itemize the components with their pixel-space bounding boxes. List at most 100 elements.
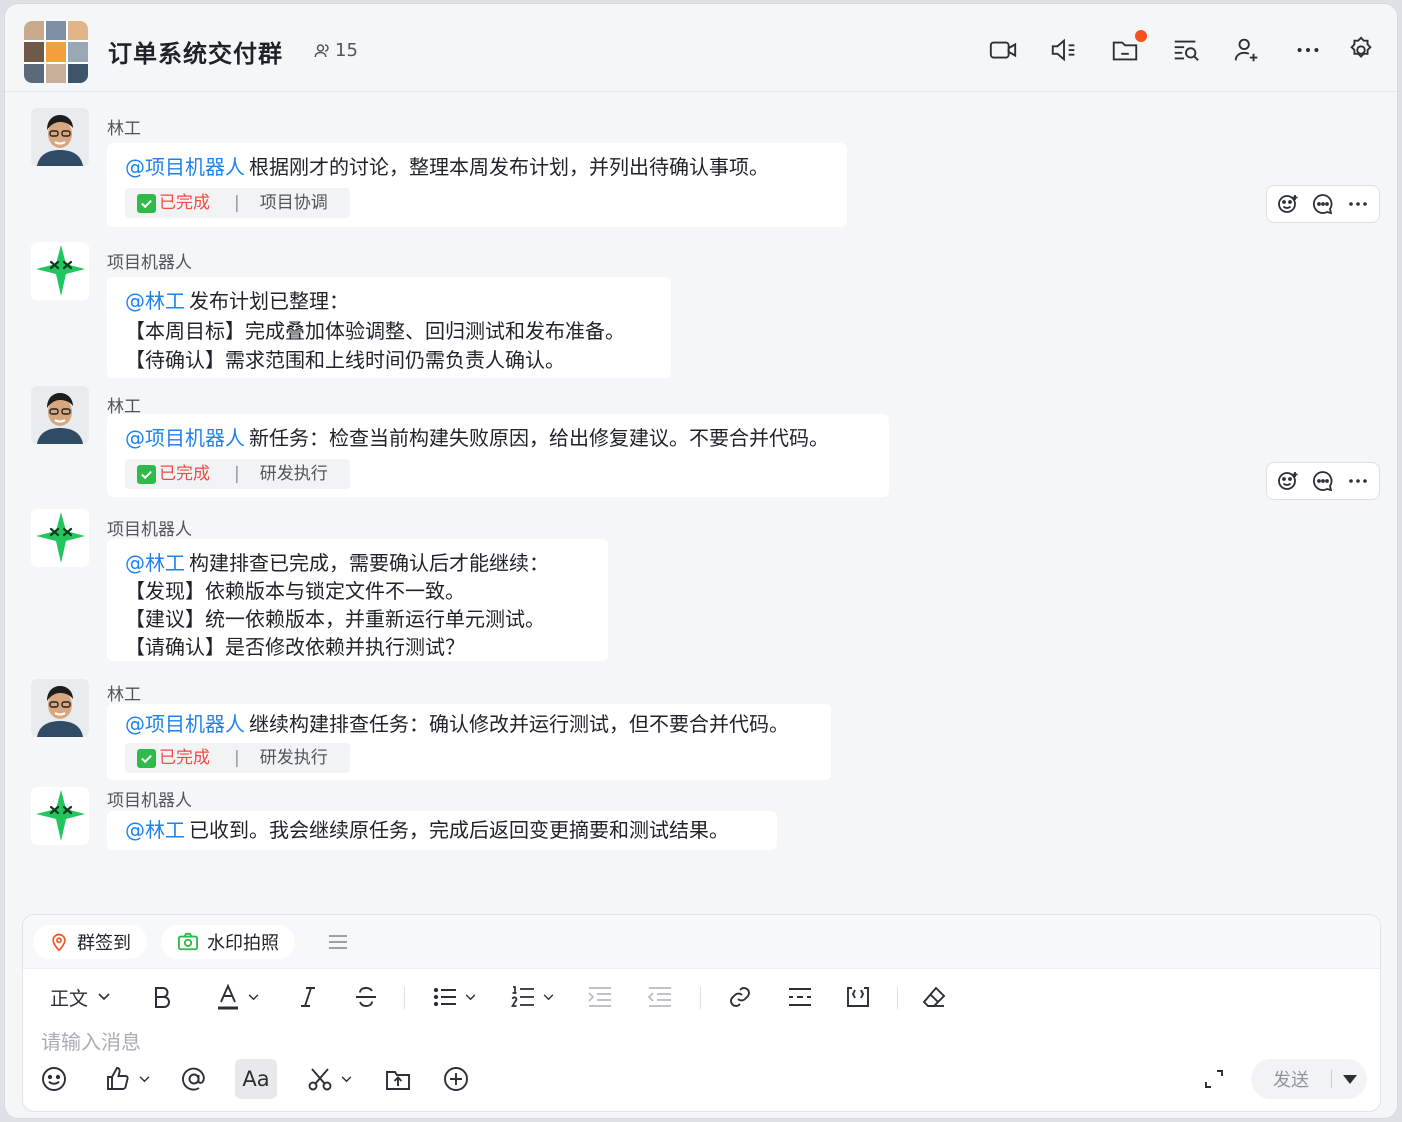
message-text: 【请确认】是否修改依赖并执行测试？: [125, 635, 465, 659]
send-button[interactable]: 发送: [1251, 1066, 1331, 1092]
message-text: 新任务：检查当前构建失败原因，给出修复建议。不要合并代码。: [249, 426, 829, 450]
add-more-icon[interactable]: [441, 1059, 471, 1099]
message-input[interactable]: 请输入消息: [41, 1026, 141, 1055]
message-composer: 群签到 水印拍照 正文 请输入消息 Aa 发送: [22, 914, 1381, 1112]
quick-menu-icon[interactable]: [323, 927, 353, 957]
sender-name: 项目机器人: [107, 520, 192, 540]
link-icon[interactable]: [725, 977, 755, 1017]
group-title: 订单系统交付群: [108, 40, 283, 68]
task-status-bar[interactable]: 已完成 | 项目协调: [125, 188, 350, 218]
task-category: 研发执行: [259, 463, 328, 484]
add-member-icon[interactable]: [1231, 34, 1263, 66]
code-block-icon[interactable]: [843, 977, 873, 1017]
strikethrough-icon[interactable]: [351, 977, 381, 1017]
bot-avatar[interactable]: [31, 509, 89, 567]
bot-avatar[interactable]: [31, 242, 89, 300]
settings-icon[interactable]: [1345, 34, 1377, 66]
reply-icon[interactable]: [1308, 189, 1338, 219]
message-bubble[interactable]: @项目机器人 继续构建排查任务：确认修改并运行测试，但不要合并代码。 已完成 | …: [107, 704, 831, 780]
chevron-down-icon: [98, 993, 110, 1001]
location-pin-icon: [52, 933, 66, 952]
emoji-icon[interactable]: [39, 1059, 69, 1099]
user-avatar-icon: [31, 386, 89, 444]
add-reaction-icon[interactable]: [1273, 189, 1303, 219]
status-badge: 已完成: [159, 747, 210, 768]
send-options-chevron-icon[interactable]: [1332, 1074, 1367, 1084]
member-count[interactable]: 15: [313, 40, 358, 61]
folder-icon[interactable]: [1109, 30, 1147, 66]
mention-icon[interactable]: [179, 1059, 209, 1099]
sender-name: 林工: [107, 685, 141, 705]
bot-logo-icon: [36, 512, 85, 563]
user-avatar-icon: [31, 679, 89, 737]
message-text: 已收到。我会继续原任务，完成后返回变更摘要和测试结果。: [189, 818, 729, 842]
outdent-icon[interactable]: [645, 977, 675, 1017]
message-actions: [1266, 462, 1380, 500]
add-reaction-icon[interactable]: [1273, 466, 1303, 496]
upload-file-icon[interactable]: [383, 1059, 413, 1099]
notification-dot: [1135, 30, 1147, 42]
message-text: 【发现】依赖版本与锁定文件不一致。: [125, 579, 465, 603]
font-toggle-button[interactable]: Aa: [235, 1059, 277, 1099]
group-avatar[interactable]: [24, 21, 88, 83]
divider-icon[interactable]: [785, 977, 815, 1017]
reply-icon[interactable]: [1308, 466, 1338, 496]
message-text: 【建议】统一依赖版本，并重新运行单元测试。: [125, 607, 545, 631]
quick-actions-bar: 群签到 水印拍照: [23, 915, 1380, 969]
font-color-icon[interactable]: [211, 977, 263, 1017]
check-icon: [137, 464, 156, 484]
chat-header: 订单系统交付群 15: [5, 4, 1397, 92]
numbered-list-icon[interactable]: [507, 977, 557, 1017]
bot-avatar[interactable]: [31, 787, 89, 845]
more-actions-icon[interactable]: [1343, 466, 1373, 496]
formatting-toolbar: 正文: [23, 977, 1380, 1017]
sender-name: 项目机器人: [107, 253, 192, 273]
bullet-list-icon[interactable]: [429, 977, 479, 1017]
bold-icon[interactable]: [147, 977, 177, 1017]
quick-action-label: 水印拍照: [207, 933, 279, 954]
send-control: 发送: [1251, 1059, 1367, 1099]
composer-bottom-toolbar: Aa 发送: [23, 1059, 1380, 1103]
expand-icon[interactable]: [1199, 1059, 1229, 1099]
thumbs-up-icon[interactable]: [99, 1059, 155, 1099]
text-style-dropdown[interactable]: 正文: [41, 977, 119, 1017]
avatar[interactable]: [31, 386, 89, 444]
video-call-icon[interactable]: [987, 34, 1019, 66]
avatar[interactable]: [31, 108, 89, 166]
group-checkin-button[interactable]: 群签到: [33, 925, 147, 959]
task-status-bar[interactable]: 已完成 | 研发执行: [125, 743, 350, 773]
user-avatar-icon: [31, 108, 89, 166]
mention-link[interactable]: @项目机器人: [125, 426, 245, 450]
message-bubble[interactable]: @项目机器人 根据刚才的讨论，整理本周发布计划，并列出待确认事项。 已完成 | 项…: [107, 143, 847, 227]
screenshot-icon[interactable]: [301, 1059, 357, 1099]
mention-link[interactable]: @林工: [125, 289, 185, 313]
status-badge: 已完成: [159, 192, 210, 213]
member-icon: [314, 43, 329, 57]
camera-icon: [178, 932, 198, 951]
chat-window: 订单系统交付群 15 林工 @项目机器人 根据刚才的讨论，整理本周发布计划，并列…: [4, 3, 1398, 1119]
italic-icon[interactable]: [293, 977, 323, 1017]
message-text: 【待确认】需求范围和上线时间仍需负责人确认。: [125, 348, 565, 372]
sender-name: 林工: [107, 119, 141, 139]
search-chat-icon[interactable]: [1170, 34, 1202, 66]
mute-icon[interactable]: [1048, 34, 1080, 66]
task-status-bar[interactable]: 已完成 | 研发执行: [125, 459, 350, 489]
message-bubble[interactable]: @林工 已收到。我会继续原任务，完成后返回变更摘要和测试结果。: [107, 811, 777, 850]
check-icon: [137, 748, 156, 768]
mention-link[interactable]: @林工: [125, 551, 185, 575]
more-actions-icon[interactable]: [1343, 189, 1373, 219]
text-style-label: 正文: [49, 987, 88, 1010]
message-bubble[interactable]: @林工 构建排查已完成，需要确认后才能继续： 【发现】依赖版本与锁定文件不一致。 …: [107, 539, 608, 661]
mention-link[interactable]: @项目机器人: [125, 712, 245, 736]
status-badge: 已完成: [159, 463, 210, 484]
indent-icon[interactable]: [585, 977, 615, 1017]
eraser-icon[interactable]: [919, 977, 949, 1017]
member-count-value: 15: [335, 40, 358, 61]
mention-link[interactable]: @项目机器人: [125, 155, 245, 179]
watermark-photo-button[interactable]: 水印拍照: [161, 925, 295, 959]
message-bubble[interactable]: @林工 发布计划已整理： 【本周目标】完成叠加体验调整、回归测试和发布准备。 【待…: [107, 277, 671, 378]
mention-link[interactable]: @林工: [125, 818, 185, 842]
more-icon[interactable]: [1292, 34, 1324, 66]
message-bubble[interactable]: @项目机器人 新任务：检查当前构建失败原因，给出修复建议。不要合并代码。 已完成 …: [107, 414, 889, 497]
avatar[interactable]: [31, 679, 89, 737]
